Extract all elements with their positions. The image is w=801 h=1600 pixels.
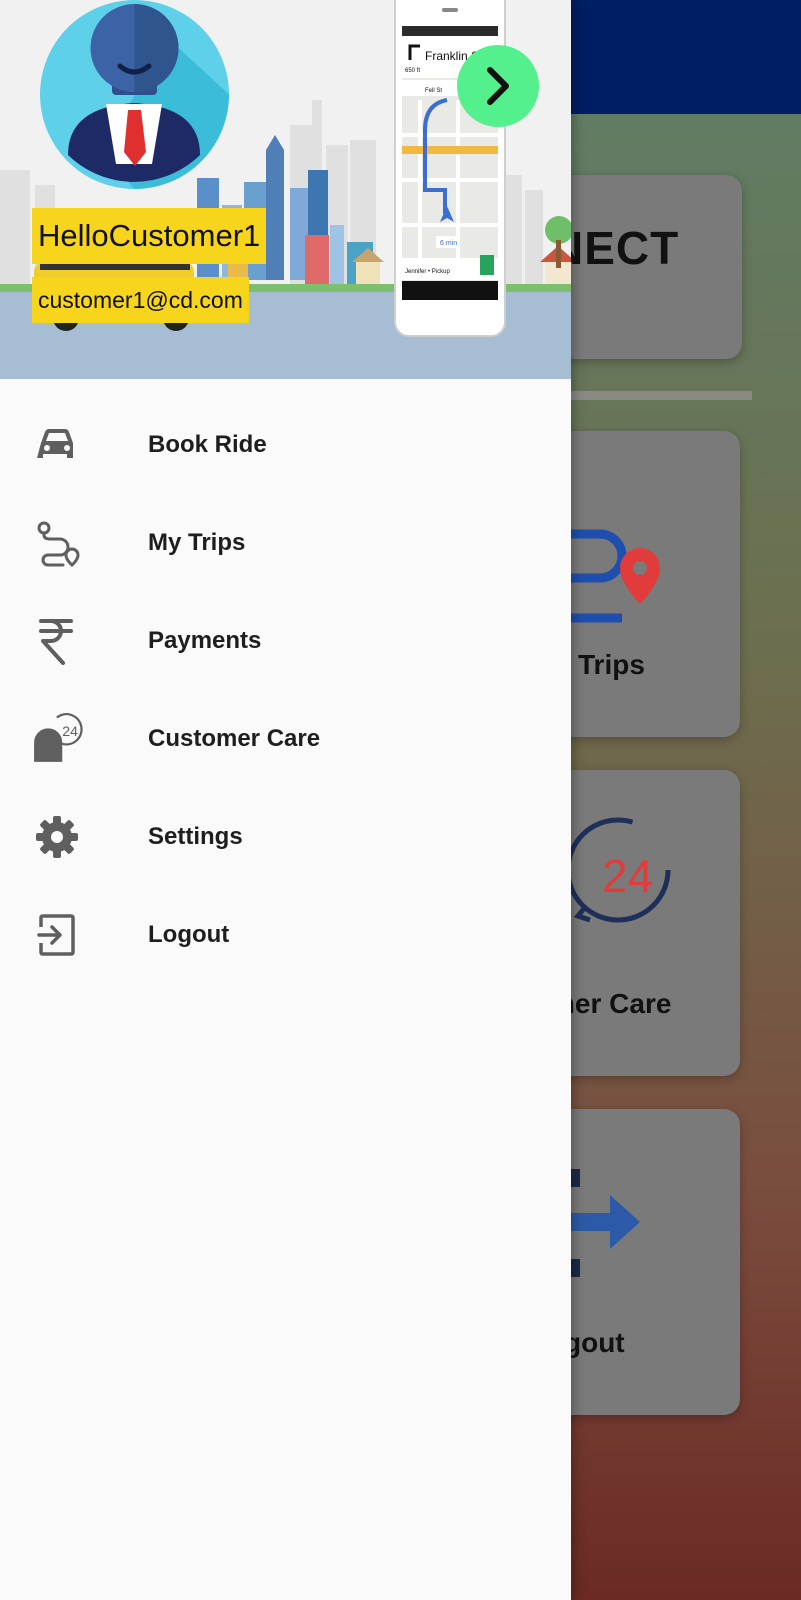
svg-text:24: 24	[62, 723, 78, 739]
svg-text:650 ft: 650 ft	[405, 68, 420, 74]
svg-text:Jennifer • Pickup: Jennifer • Pickup	[405, 269, 450, 275]
menu-item-settings[interactable]: Settings	[0, 788, 571, 886]
svg-text:24: 24	[602, 850, 653, 902]
menu-item-label: Customer Care	[148, 725, 321, 752]
menu-item-logout[interactable]: Logout	[0, 886, 571, 984]
menu-item-my-trips[interactable]: My Trips	[0, 494, 571, 592]
user-email: customer1@cd.com	[32, 277, 249, 323]
drawer-menu: Book Ride My Trips Payments 24 Customer …	[0, 396, 571, 984]
drawer-header: Franklin S 650 ft Fell St 6 min Jennifer	[0, 0, 571, 379]
menu-item-label: Logout	[148, 921, 230, 948]
svg-text:Fell St: Fell St	[425, 88, 442, 94]
trips-route-icon	[560, 529, 660, 623]
next-button[interactable]	[457, 45, 539, 127]
customer-care-24-icon: 24	[34, 713, 83, 762]
rupee-icon	[39, 619, 73, 665]
logout-icon	[37, 914, 75, 956]
background-trips-label: Trips	[578, 649, 645, 680]
menu-item-customer-care[interactable]: 24 Customer Care	[0, 690, 571, 788]
background-logout-label: gout	[564, 1327, 625, 1358]
menu-item-label: Settings	[148, 823, 243, 850]
user-name: HelloCustomer1	[32, 208, 267, 264]
menu-item-label: My Trips	[148, 529, 246, 556]
chevron-right-icon	[487, 67, 509, 105]
gear-icon	[36, 816, 78, 858]
car-icon	[37, 429, 73, 458]
navigation-drawer: Franklin S 650 ft Fell St 6 min Jennifer	[0, 0, 571, 1600]
avatar	[40, 0, 229, 189]
menu-item-book-ride[interactable]: Book Ride	[0, 396, 571, 494]
menu-item-label: Book Ride	[148, 431, 267, 458]
menu-item-label: Payments	[148, 627, 262, 654]
svg-text:6 min: 6 min	[440, 240, 457, 247]
route-icon	[37, 521, 80, 567]
menu-item-payments[interactable]: Payments	[0, 592, 571, 690]
